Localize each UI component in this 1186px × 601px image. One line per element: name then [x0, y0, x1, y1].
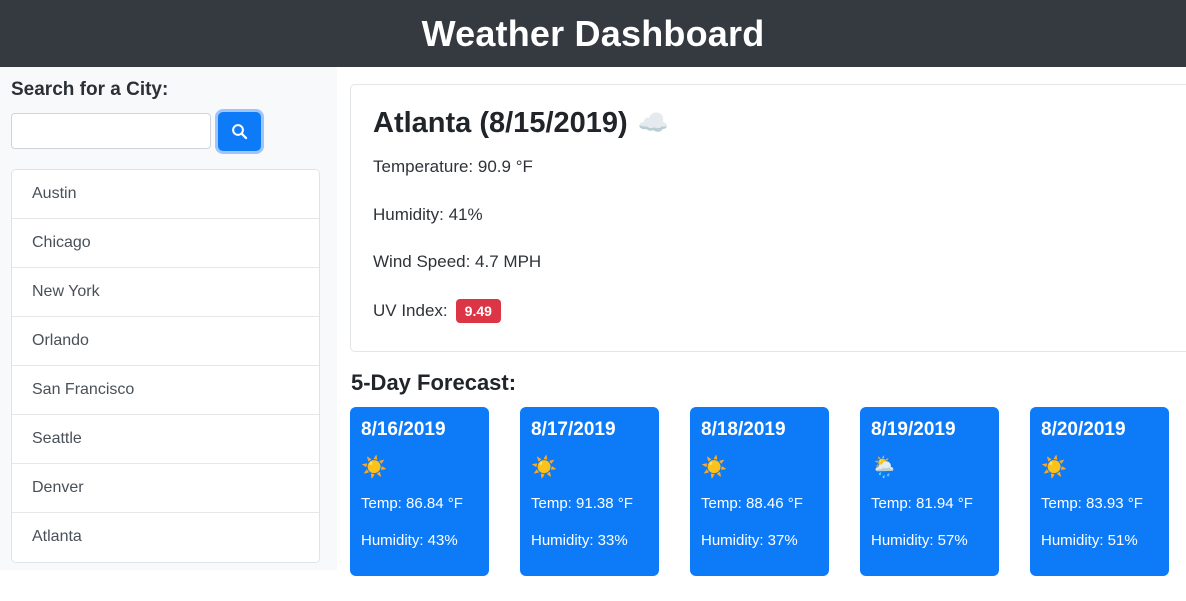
city-name: Denver: [32, 479, 84, 497]
forecast-card: 8/16/2019 ☀️ Temp: 86.84 °F Humidity: 43…: [350, 407, 489, 576]
forecast-temp: Temp: 83.93 °F: [1041, 495, 1158, 513]
forecast-temp: Temp: 88.46 °F: [701, 495, 818, 513]
current-wind-speed: Wind Speed: 4.7 MPH: [373, 252, 1177, 272]
current-weather-title: Atlanta (8/15/2019) ☁️: [373, 105, 1177, 141]
current-uv-index: UV Index: 9.49: [373, 299, 1177, 323]
search-icon: [231, 123, 248, 140]
search-button[interactable]: [218, 112, 261, 151]
current-temperature: Temperature: 90.9 °F: [373, 157, 1177, 177]
cloud-icon: ☁️: [638, 111, 669, 136]
sun-icon: ☀️: [531, 457, 648, 478]
main-content: Atlanta (8/15/2019) ☁️ Temperature: 90.9…: [337, 67, 1186, 576]
city-name: Seattle: [32, 430, 82, 448]
forecast-date: 8/20/2019: [1041, 419, 1158, 442]
sun-icon: ☀️: [1041, 457, 1158, 478]
city-name: Austin: [32, 185, 76, 203]
forecast-heading: 5-Day Forecast:: [351, 370, 1186, 396]
forecast-card: 8/19/2019 🌦️ Temp: 81.94 °F Humidity: 57…: [860, 407, 999, 576]
sun-icon: ☀️: [361, 457, 478, 478]
forecast-row: 8/16/2019 ☀️ Temp: 86.84 °F Humidity: 43…: [350, 407, 1186, 576]
forecast-date: 8/19/2019: [871, 419, 988, 442]
uv-index-label: UV Index:: [373, 301, 448, 321]
search-label: Search for a City:: [11, 79, 320, 102]
forecast-humidity: Humidity: 57%: [871, 532, 988, 550]
current-weather-card: Atlanta (8/15/2019) ☁️ Temperature: 90.9…: [350, 84, 1186, 352]
forecast-humidity: Humidity: 33%: [531, 532, 648, 550]
city-list-item[interactable]: Denver: [12, 464, 319, 513]
search-row: [11, 112, 320, 151]
forecast-humidity: Humidity: 37%: [701, 532, 818, 550]
forecast-date: 8/18/2019: [701, 419, 818, 442]
search-input[interactable]: [11, 113, 211, 149]
forecast-temp: Temp: 86.84 °F: [361, 495, 478, 513]
forecast-temp: Temp: 91.38 °F: [531, 495, 648, 513]
city-list-item[interactable]: Atlanta: [12, 513, 319, 562]
city-name: New York: [32, 283, 100, 301]
sidebar: Search for a City: Austin Chicago New Yo…: [0, 67, 337, 570]
body-container: Search for a City: Austin Chicago New Yo…: [0, 67, 1186, 601]
city-name: Atlanta: [32, 528, 82, 546]
forecast-card: 8/17/2019 ☀️ Temp: 91.38 °F Humidity: 33…: [520, 407, 659, 576]
city-list-item[interactable]: Austin: [12, 170, 319, 219]
city-list-item[interactable]: New York: [12, 268, 319, 317]
weather-dashboard-app: Weather Dashboard Search for a City: Aus…: [0, 0, 1186, 601]
forecast-humidity: Humidity: 51%: [1041, 532, 1158, 550]
city-list-item[interactable]: Orlando: [12, 317, 319, 366]
city-name: Chicago: [32, 234, 91, 252]
forecast-card: 8/18/2019 ☀️ Temp: 88.46 °F Humidity: 37…: [690, 407, 829, 576]
app-header: Weather Dashboard: [0, 0, 1186, 67]
city-name: Orlando: [32, 332, 89, 350]
current-city-date: Atlanta (8/15/2019): [373, 105, 628, 141]
page-title: Weather Dashboard: [422, 16, 765, 52]
forecast-humidity: Humidity: 43%: [361, 532, 478, 550]
uv-index-badge: 9.49: [456, 299, 501, 323]
city-list-item[interactable]: Chicago: [12, 219, 319, 268]
forecast-date: 8/17/2019: [531, 419, 648, 442]
current-humidity: Humidity: 41%: [373, 205, 1177, 225]
forecast-date: 8/16/2019: [361, 419, 478, 442]
city-list: Austin Chicago New York Orlando San Fran…: [11, 169, 320, 563]
sun-behind-rain-cloud-icon: 🌦️: [871, 457, 988, 478]
city-list-item[interactable]: Seattle: [12, 415, 319, 464]
forecast-temp: Temp: 81.94 °F: [871, 495, 988, 513]
sun-icon: ☀️: [701, 457, 818, 478]
forecast-card: 8/20/2019 ☀️ Temp: 83.93 °F Humidity: 51…: [1030, 407, 1169, 576]
city-name: San Francisco: [32, 381, 134, 399]
city-list-item[interactable]: San Francisco: [12, 366, 319, 415]
